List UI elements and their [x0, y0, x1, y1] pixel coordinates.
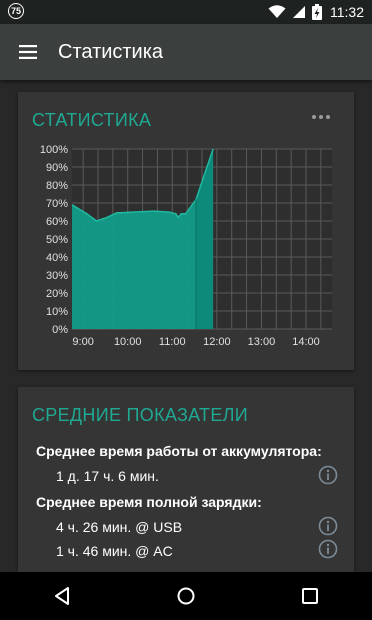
status-time: 11:32 — [330, 4, 364, 20]
cell-signal-icon — [293, 6, 305, 18]
back-button[interactable] — [32, 572, 92, 620]
charge-usb-value: 4 ч. 26 мин. @ USB — [56, 519, 183, 535]
wifi-icon — [268, 5, 286, 18]
charge-ac-value: 1 ч. 46 мин. @ AC — [56, 543, 173, 559]
y-tick-label: 60% — [46, 216, 68, 228]
y-tick-label: 30% — [46, 270, 68, 282]
averages-card-title: СРЕДНИЕ ПОКАЗАТЕЛИ — [32, 405, 248, 425]
status-icons: 11:32 — [268, 0, 364, 24]
y-tick-label: 90% — [46, 162, 68, 174]
x-tick-label: 12:00 — [203, 336, 231, 348]
battery-time-label: Среднее время работы от аккумулятора: — [36, 443, 322, 459]
notification-area: 75 — [8, 3, 24, 19]
home-button[interactable] — [156, 572, 216, 620]
app-bar: Статистика — [0, 24, 372, 80]
info-circle-icon[interactable] — [318, 465, 338, 485]
battery-charging-icon — [312, 4, 322, 20]
x-tick-label: 9:00 — [72, 336, 93, 348]
x-tick-label: 14:00 — [292, 336, 320, 348]
battery-history-chart: 100% 90% 80% 70% 60% 50% 40% 30% 20% 10% 0% 9:00 10:… — [40, 144, 332, 348]
menu-button[interactable] — [0, 24, 56, 80]
recents-icon — [302, 588, 318, 604]
y-tick-label: 40% — [46, 252, 68, 264]
info-circle-icon[interactable] — [318, 516, 338, 536]
info-circle-icon[interactable] — [318, 539, 338, 559]
charge-time-label: Среднее время полной зарядки: — [36, 494, 262, 510]
y-tick-label: 50% — [46, 234, 68, 246]
y-tick-label: 70% — [46, 198, 68, 210]
hamburger-menu-icon — [19, 45, 37, 59]
y-tick-label: 100% — [40, 144, 68, 156]
x-tick-label: 10:00 — [114, 336, 142, 348]
y-tick-label: 20% — [46, 288, 68, 300]
y-tick-label: 80% — [46, 180, 68, 192]
notification-badge-icon: 75 — [8, 3, 24, 19]
page-title: Статистика — [58, 40, 164, 63]
statistics-card: СТАТИСТИКА 100% 90% 80% 70% 60% 50% 40% 30% 20% 1… — [18, 92, 354, 370]
home-icon — [177, 587, 195, 605]
battery-time-value: 1 д. 17 ч. 6 мин. — [56, 468, 159, 484]
y-tick-label: 0% — [52, 324, 68, 336]
y-tick-label: 10% — [46, 306, 68, 318]
recents-button[interactable] — [280, 572, 340, 620]
x-tick-label: 13:00 — [248, 336, 276, 348]
system-navigation-bar — [0, 572, 372, 620]
status-bar: 75 11:32 — [0, 0, 372, 24]
back-icon — [55, 587, 69, 605]
x-tick-label: 11:00 — [159, 336, 186, 348]
averages-card: СРЕДНИЕ ПОКАЗАТЕЛИ Среднее время работы … — [18, 387, 354, 577]
